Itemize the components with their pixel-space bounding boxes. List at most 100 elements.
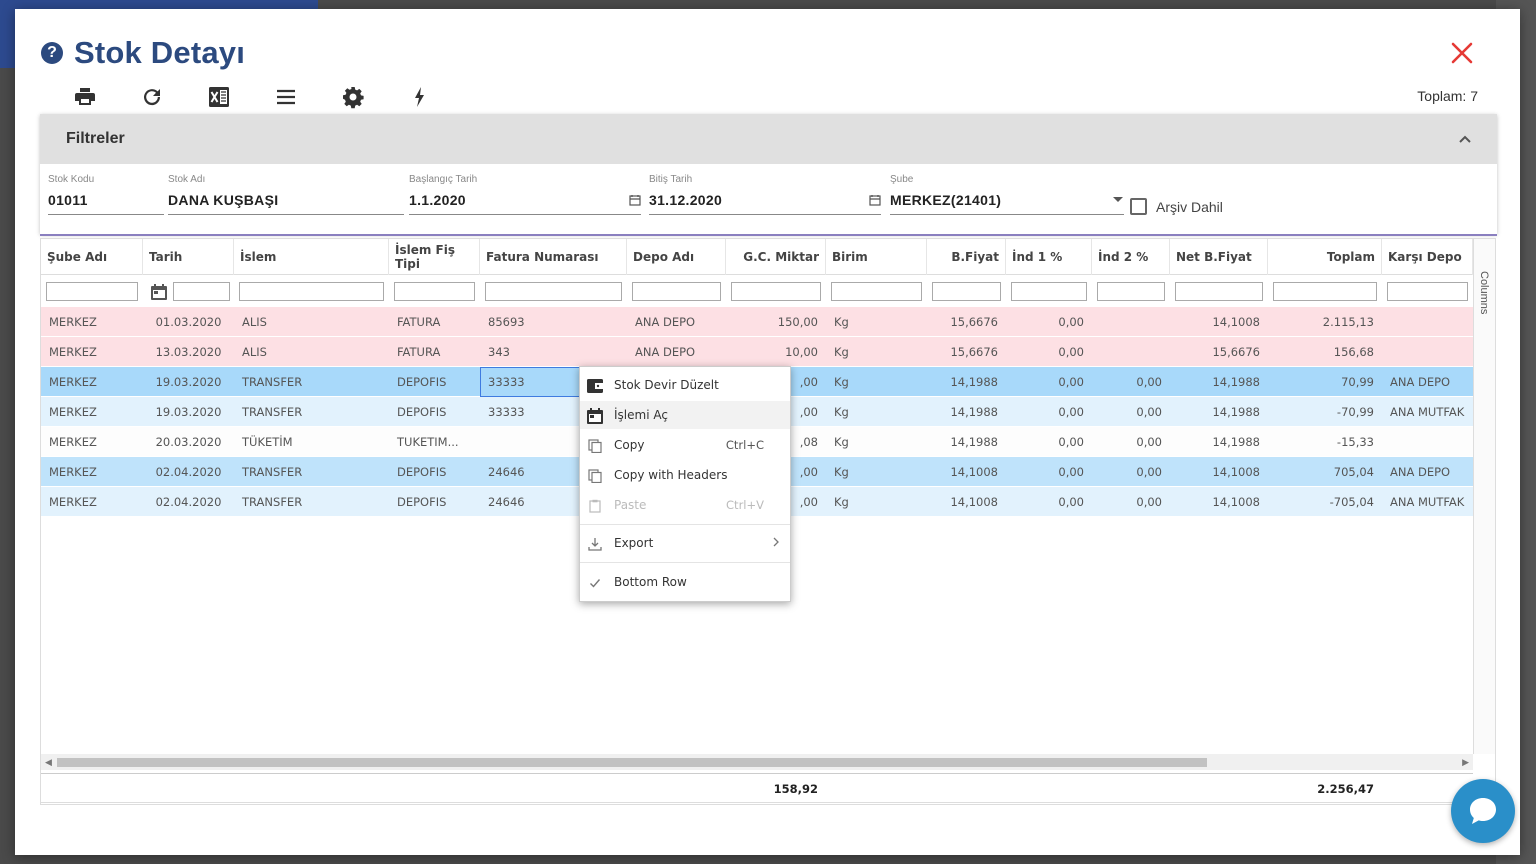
- cell-col-toplam[interactable]: -70,99: [1268, 397, 1382, 427]
- filter-input-col-ind1[interactable]: [1011, 282, 1087, 301]
- cell-col-islem-fis-tipi[interactable]: DEPOFIS: [389, 487, 480, 517]
- header-col-islem-fis-tipi[interactable]: İslem Fiş Tipi: [389, 239, 480, 275]
- checkbox-box[interactable]: [1130, 198, 1147, 215]
- cell-col-depo-adi[interactable]: ANA DEPO: [627, 337, 726, 367]
- filter-input-col-ind2[interactable]: [1097, 282, 1165, 301]
- cell-col-sube-adi[interactable]: MERKEZ: [41, 367, 143, 397]
- filter-input-col-toplam[interactable]: [1273, 282, 1377, 301]
- cell-col-islem-fis-tipi[interactable]: TUKETIM...: [389, 427, 480, 457]
- cell-col-karsi-depo[interactable]: [1382, 307, 1473, 337]
- cell-col-b-fiyat[interactable]: 14,1008: [927, 457, 1006, 487]
- scroll-thumb[interactable]: [57, 758, 1207, 767]
- cell-col-karsi-depo[interactable]: ANA MUTFAK: [1382, 487, 1473, 517]
- cell-col-sube-adi[interactable]: MERKEZ: [41, 457, 143, 487]
- calendar-icon[interactable]: [869, 194, 881, 206]
- cell-col-toplam[interactable]: -705,04: [1268, 487, 1382, 517]
- cell-col-ind1[interactable]: 0,00: [1006, 367, 1092, 397]
- header-col-b-fiyat[interactable]: B.Fiyat: [927, 239, 1006, 275]
- menu-item-copy-headers[interactable]: Copy with Headers: [580, 461, 790, 489]
- calendar-filter-icon[interactable]: [149, 282, 169, 302]
- filter-input-col-gc-miktar[interactable]: [731, 282, 821, 301]
- cell-col-tarih[interactable]: 01.03.2020: [143, 307, 234, 337]
- cell-col-b-fiyat[interactable]: 14,1988: [927, 427, 1006, 457]
- settings-button[interactable]: [331, 83, 375, 111]
- cell-col-sube-adi[interactable]: MERKEZ: [41, 487, 143, 517]
- cell-col-islem[interactable]: TRANSFER: [234, 487, 389, 517]
- caret-down-icon[interactable]: [1112, 196, 1124, 204]
- cell-col-birim[interactable]: Kg: [826, 457, 927, 487]
- cell-col-karsi-depo[interactable]: [1382, 337, 1473, 367]
- cell-col-ind2[interactable]: 0,00: [1092, 397, 1170, 427]
- cell-col-net-b-fiyat[interactable]: 14,1008: [1170, 457, 1268, 487]
- cell-col-fatura-numarasi[interactable]: 85693: [480, 307, 627, 337]
- cell-col-gc-miktar[interactable]: 150,00: [726, 307, 826, 337]
- excel-export-button[interactable]: [197, 83, 241, 111]
- cell-col-islem-fis-tipi[interactable]: DEPOFIS: [389, 397, 480, 427]
- cell-col-tarih[interactable]: 19.03.2020: [143, 397, 234, 427]
- cell-col-b-fiyat[interactable]: 14,1988: [927, 367, 1006, 397]
- cell-col-net-b-fiyat[interactable]: 14,1988: [1170, 367, 1268, 397]
- cell-col-b-fiyat[interactable]: 15,6676: [927, 337, 1006, 367]
- cell-col-net-b-fiyat[interactable]: 15,6676: [1170, 337, 1268, 367]
- horizontal-scrollbar[interactable]: ◀ ▶: [41, 754, 1473, 770]
- menu-item-export[interactable]: Export: [580, 529, 790, 557]
- menu-item-stok-devir[interactable]: Stok Devir Düzelt: [580, 371, 790, 399]
- header-col-net-b-fiyat[interactable]: Net B.Fiyat: [1170, 239, 1268, 275]
- cell-col-islem-fis-tipi[interactable]: FATURA: [389, 337, 480, 367]
- cell-col-toplam[interactable]: -15,33: [1268, 427, 1382, 457]
- header-col-sube-adi[interactable]: Şube Adı: [41, 239, 143, 275]
- cell-col-ind2[interactable]: [1092, 307, 1170, 337]
- cell-col-birim[interactable]: Kg: [826, 367, 927, 397]
- cell-col-b-fiyat[interactable]: 14,1008: [927, 487, 1006, 517]
- baslangic-tarih-field[interactable]: Başlangıç Tarih 1.1.2020: [409, 174, 641, 215]
- cell-col-islem[interactable]: TÜKETİM: [234, 427, 389, 457]
- header-col-fatura-numarasi[interactable]: Fatura Numarası: [480, 239, 627, 275]
- help-icon[interactable]: ?: [41, 42, 63, 64]
- cell-col-birim[interactable]: Kg: [826, 427, 927, 457]
- header-col-toplam[interactable]: Toplam: [1268, 239, 1382, 275]
- cell-col-ind2[interactable]: 0,00: [1092, 457, 1170, 487]
- cell-col-tarih[interactable]: 02.04.2020: [143, 487, 234, 517]
- cell-col-toplam[interactable]: 705,04: [1268, 457, 1382, 487]
- menu-item-copy[interactable]: Copy Ctrl+C: [580, 431, 790, 459]
- cell-col-islem-fis-tipi[interactable]: FATURA: [389, 307, 480, 337]
- cell-col-ind1[interactable]: 0,00: [1006, 307, 1092, 337]
- cell-col-toplam[interactable]: 70,99: [1268, 367, 1382, 397]
- cell-col-ind1[interactable]: 0,00: [1006, 457, 1092, 487]
- filter-input-col-islem[interactable]: [239, 282, 384, 301]
- cell-col-islem[interactable]: ALIS: [234, 307, 389, 337]
- cell-col-sube-adi[interactable]: MERKEZ: [41, 397, 143, 427]
- scroll-left-icon[interactable]: ◀: [45, 757, 52, 768]
- cell-col-b-fiyat[interactable]: 14,1988: [927, 397, 1006, 427]
- chevron-up-icon[interactable]: [1457, 131, 1473, 147]
- table-row[interactable]: MERKEZ 13.03.2020 ALIS FATURA 343 ANA DEPO 10,…: [41, 337, 1473, 367]
- filter-input-col-sube-adi[interactable]: [46, 282, 138, 301]
- cell-col-depo-adi[interactable]: ANA DEPO: [627, 307, 726, 337]
- stok-kodu-field[interactable]: Stok Kodu 01011: [48, 174, 164, 215]
- cell-col-sube-adi[interactable]: MERKEZ: [41, 307, 143, 337]
- cell-col-birim[interactable]: Kg: [826, 337, 927, 367]
- cell-col-toplam[interactable]: 2.115,13: [1268, 307, 1382, 337]
- menu-item-islemi-ac[interactable]: İşlemi Aç: [580, 401, 790, 429]
- menu-button[interactable]: [264, 83, 308, 111]
- cell-col-islem[interactable]: TRANSFER: [234, 457, 389, 487]
- scroll-right-icon[interactable]: ▶: [1462, 757, 1469, 768]
- sube-select[interactable]: Şube MERKEZ(21401): [890, 174, 1124, 215]
- cell-col-sube-adi[interactable]: MERKEZ: [41, 427, 143, 457]
- cell-col-b-fiyat[interactable]: 15,6676: [927, 307, 1006, 337]
- table-row[interactable]: MERKEZ 01.03.2020 ALIS FATURA 85693 ANA DEPO 1…: [41, 307, 1473, 337]
- refresh-button[interactable]: [130, 83, 174, 111]
- header-col-birim[interactable]: Birim: [826, 239, 927, 275]
- cell-col-karsi-depo[interactable]: ANA DEPO: [1382, 457, 1473, 487]
- header-col-ind2[interactable]: İnd 2 %: [1092, 239, 1170, 275]
- cell-col-tarih[interactable]: 19.03.2020: [143, 367, 234, 397]
- menu-item-bottom-row[interactable]: Bottom Row: [580, 568, 790, 596]
- cell-col-ind2[interactable]: 0,00: [1092, 367, 1170, 397]
- cell-col-ind1[interactable]: 0,00: [1006, 487, 1092, 517]
- cell-col-birim[interactable]: Kg: [826, 307, 927, 337]
- filter-input-col-karsi-depo[interactable]: [1387, 282, 1468, 301]
- filter-input-col-islem-fis-tipi[interactable]: [394, 282, 475, 301]
- header-col-ind1[interactable]: İnd 1 %: [1006, 239, 1092, 275]
- cell-col-toplam[interactable]: 156,68: [1268, 337, 1382, 367]
- header-col-gc-miktar[interactable]: G.C. Miktar: [726, 239, 826, 275]
